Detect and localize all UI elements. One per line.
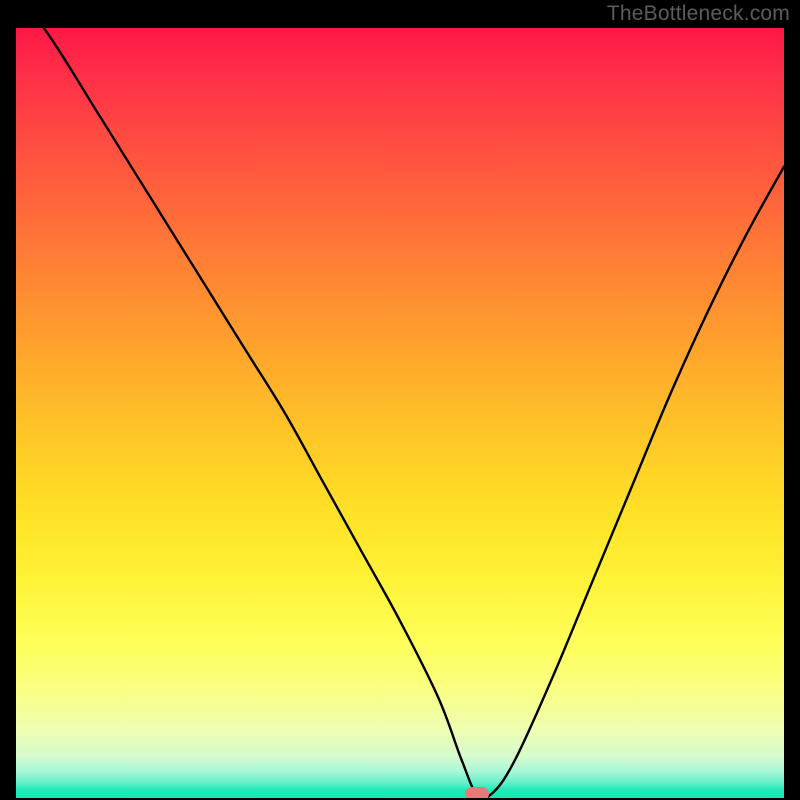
bottleneck-curve <box>16 28 784 798</box>
watermark-text: TheBottleneck.com <box>607 2 790 26</box>
plot-area <box>16 28 784 798</box>
optimum-marker <box>465 787 489 798</box>
chart-frame: TheBottleneck.com <box>0 0 800 800</box>
